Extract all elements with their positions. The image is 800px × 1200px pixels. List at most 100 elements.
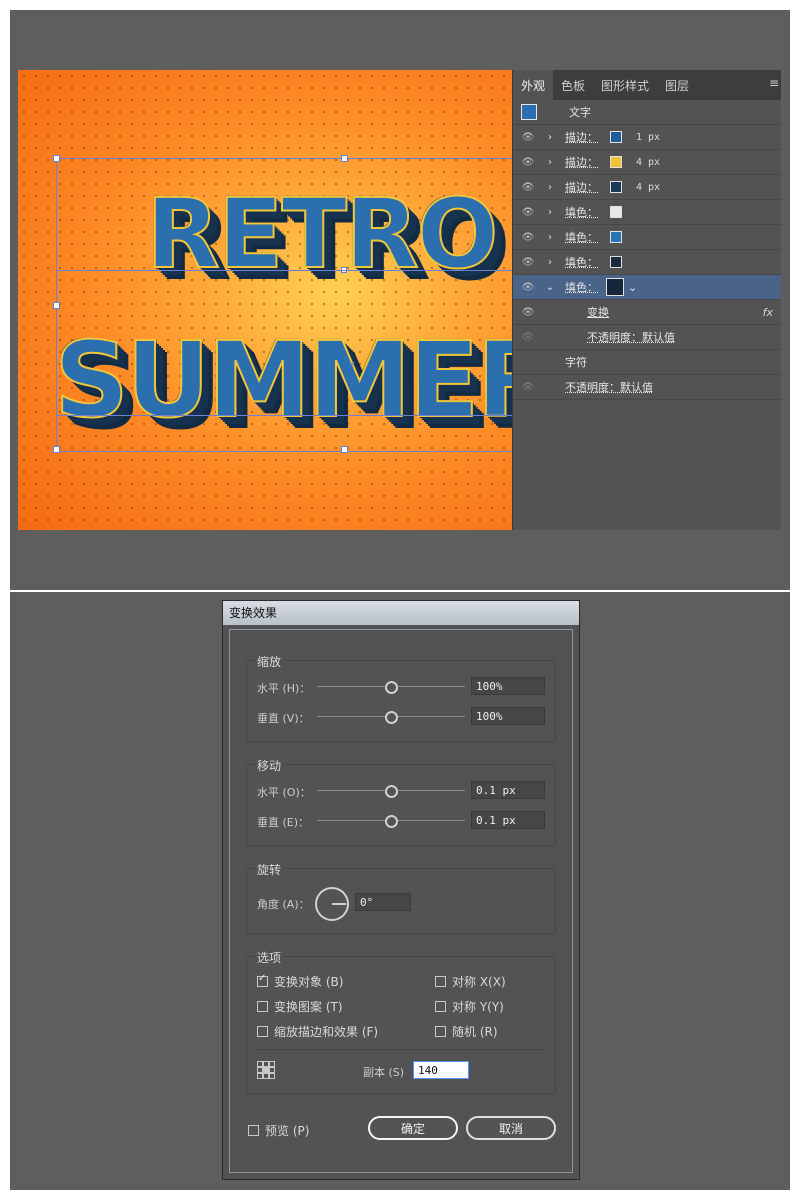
attribute-label[interactable]: 填色： <box>565 204 598 220</box>
stroke-swatch[interactable] <box>610 181 622 193</box>
stroke-weight[interactable]: 4 px <box>636 182 660 193</box>
attribute-label[interactable]: 填色： <box>565 279 598 295</box>
tab-graphic-styles[interactable]: 图形样式 <box>593 70 657 100</box>
selection-handle-bottom-left[interactable] <box>53 446 60 453</box>
scale-vertical-input[interactable]: 100% <box>471 707 545 725</box>
checkbox-checked-icon[interactable] <box>257 973 268 987</box>
stroke-weight[interactable]: 4 px <box>636 157 660 168</box>
reflect-x-checkbox[interactable]: 对称 X(X) <box>435 973 506 990</box>
move-vertical-slider[interactable] <box>317 815 465 828</box>
fill-swatch[interactable] <box>610 256 622 268</box>
tab-appearance[interactable]: 外观 <box>513 70 554 100</box>
eye-icon[interactable]: 👁 <box>513 207 543 218</box>
transform-patterns-checkbox[interactable]: 变换图案 (T) <box>257 998 343 1015</box>
eye-icon[interactable]: 👁 <box>513 382 543 393</box>
fill-swatch[interactable] <box>610 206 622 218</box>
eye-icon[interactable]: 👁 <box>513 257 543 268</box>
slider-knob[interactable] <box>385 711 398 724</box>
selection-handle-bottom[interactable] <box>341 446 348 453</box>
angle-dial[interactable] <box>315 887 349 921</box>
scale-horizontal-input[interactable]: 100% <box>471 677 545 695</box>
reflect-x-label: 对称 X(X) <box>452 975 506 989</box>
eye-icon[interactable]: 👁 <box>513 282 543 293</box>
move-horizontal-slider[interactable] <box>317 785 465 798</box>
copies-input[interactable]: 140 <box>413 1061 469 1079</box>
scale-strokes-checkbox[interactable]: 缩放描边和效果 (F) <box>257 1023 378 1040</box>
checkbox-icon[interactable] <box>435 1001 446 1012</box>
transform-effect-link[interactable]: 变换 <box>587 304 609 320</box>
chevron-down-icon[interactable]: ⌄ <box>543 282 557 293</box>
chevron-right-icon[interactable]: › <box>543 257 557 268</box>
attribute-label[interactable]: 填色： <box>565 254 598 270</box>
opacity-row[interactable]: 👁 不透明度：默认值 <box>513 375 781 400</box>
appearance-row-selected[interactable]: 👁 ⌄ 填色： ⌄ <box>513 275 781 300</box>
eye-icon[interactable]: 👁 <box>513 132 543 143</box>
slider-knob[interactable] <box>385 815 398 828</box>
appearance-row[interactable]: 👁 › 填色： <box>513 200 781 225</box>
eye-icon[interactable]: 👁 <box>513 332 543 343</box>
transform-effect-dialog: 变换效果 缩放 水平 (H)： 100% 垂直 (V)： 100% 移动 水平 … <box>222 600 580 1180</box>
chevron-right-icon[interactable]: › <box>543 132 557 143</box>
appearance-row[interactable]: 👁 › 描边： 4 px <box>513 150 781 175</box>
selection-handle-left[interactable] <box>53 302 60 309</box>
scale-horizontal-slider[interactable] <box>317 681 465 694</box>
dialog-screenshot: 变换效果 缩放 水平 (H)： 100% 垂直 (V)： 100% 移动 水平 … <box>10 592 790 1190</box>
appearance-row[interactable]: 👁 › 描边： 1 px <box>513 125 781 150</box>
chevron-right-icon[interactable]: › <box>543 232 557 243</box>
options-group: 选项 变换对象 (B) 变换图案 (T) 缩放描边和效果 (F) 对称 X(X) <box>246 949 556 1094</box>
chevron-right-icon[interactable]: › <box>543 207 557 218</box>
fill-swatch[interactable] <box>610 231 622 243</box>
checkbox-icon[interactable] <box>435 1026 446 1037</box>
fx-icon[interactable]: fx <box>763 306 773 319</box>
slider-knob[interactable] <box>385 681 398 694</box>
effect-row[interactable]: 👁 变换 fx <box>513 300 781 325</box>
selection-handle-top-left[interactable] <box>53 155 60 162</box>
scale-horizontal-label: 水平 (H)： <box>257 682 311 695</box>
scale-vertical-slider[interactable] <box>317 711 465 724</box>
move-horizontal-input[interactable]: 0.1 px <box>471 781 545 799</box>
panel-menu-icon[interactable]: ≡ <box>769 76 779 90</box>
swatch-dropdown-icon[interactable]: ⌄ <box>628 281 637 294</box>
stroke-swatch[interactable] <box>610 156 622 168</box>
fill-swatch[interactable] <box>606 278 624 296</box>
angle-input[interactable]: 0° <box>355 893 411 911</box>
checkbox-icon[interactable] <box>257 1026 268 1037</box>
checkbox-icon[interactable] <box>435 976 446 987</box>
eye-icon[interactable]: 👁 <box>513 232 543 243</box>
tab-layers[interactable]: 图层 <box>657 70 697 100</box>
eye-icon[interactable]: 👁 <box>513 182 543 193</box>
transform-objects-checkbox[interactable]: 变换对象 (B) <box>257 973 343 990</box>
eye-icon[interactable]: 👁 <box>513 157 543 168</box>
reflect-y-checkbox[interactable]: 对称 Y(Y) <box>435 998 504 1015</box>
selection-bounding-box[interactable] <box>56 158 512 452</box>
cancel-button[interactable]: 取消 <box>466 1116 556 1140</box>
inner-opacity-row[interactable]: 👁 不透明度：默认值 <box>513 325 781 350</box>
artboard[interactable]: RETRO SUMMER × <box>18 70 512 530</box>
stroke-weight[interactable]: 1 px <box>636 132 660 143</box>
attribute-label[interactable]: 填色： <box>565 229 598 245</box>
checkbox-icon[interactable] <box>257 1001 268 1012</box>
checkbox-icon[interactable] <box>248 1125 259 1136</box>
attribute-label[interactable]: 描边： <box>565 129 598 145</box>
reference-point-icon[interactable] <box>257 1061 275 1079</box>
stroke-swatch[interactable] <box>610 131 622 143</box>
random-checkbox[interactable]: 随机 (R) <box>435 1023 498 1040</box>
tab-swatches[interactable]: 色板 <box>553 70 593 100</box>
ok-button[interactable]: 确定 <box>368 1116 458 1140</box>
eye-icon[interactable]: 👁 <box>513 307 543 318</box>
appearance-row[interactable]: 👁 › 填色： <box>513 250 781 275</box>
attribute-label[interactable]: 描边： <box>565 179 598 195</box>
opacity-link[interactable]: 不透明度：默认值 <box>565 379 653 395</box>
appearance-row[interactable]: 👁 › 描边： 4 px <box>513 175 781 200</box>
chevron-right-icon[interactable]: › <box>543 157 557 168</box>
selection-handle-top[interactable] <box>341 155 348 162</box>
characters-row[interactable]: 字符 <box>513 350 781 375</box>
attribute-label[interactable]: 描边： <box>565 154 598 170</box>
slider-knob[interactable] <box>385 785 398 798</box>
preview-checkbox[interactable]: 预览 (P) <box>248 1122 309 1139</box>
object-type-row[interactable]: 文字 <box>513 100 781 125</box>
appearance-row[interactable]: 👁 › 填色： <box>513 225 781 250</box>
move-vertical-input[interactable]: 0.1 px <box>471 811 545 829</box>
chevron-right-icon[interactable]: › <box>543 182 557 193</box>
opacity-link[interactable]: 不透明度：默认值 <box>587 329 675 345</box>
